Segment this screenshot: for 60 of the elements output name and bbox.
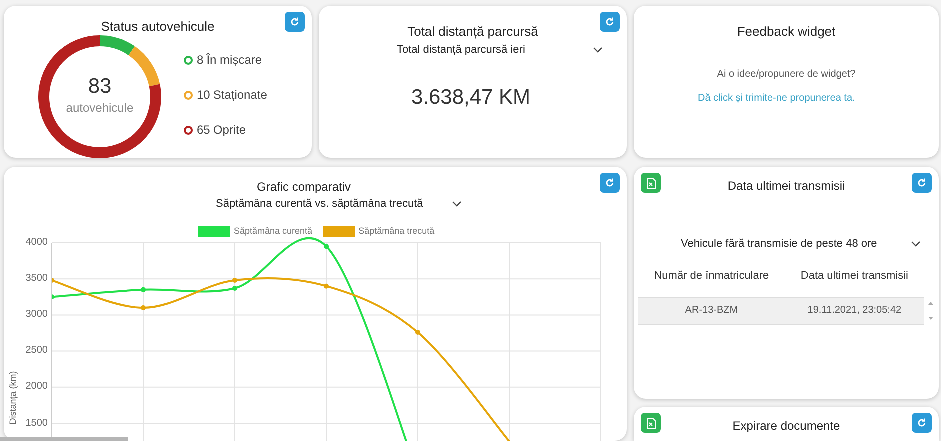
refresh-button[interactable] [912, 173, 932, 193]
y-tick-label: 2000 [24, 382, 48, 392]
scrollbar [927, 300, 935, 322]
data-point [52, 294, 54, 300]
table-cell: AR-13-BZM [638, 297, 786, 324]
y-axis-title: Distanța (km) [8, 371, 18, 425]
refresh-icon [605, 178, 615, 188]
y-tick-label: 3000 [24, 310, 48, 320]
refresh-button[interactable] [600, 12, 620, 32]
y-tick-label: 2500 [24, 346, 48, 356]
data-point [324, 244, 329, 250]
data-point [141, 287, 146, 292]
y-tick-label: 3500 [24, 274, 48, 284]
refresh-button[interactable] [600, 173, 620, 193]
distance-value: 3.638,47 KM [410, 85, 532, 111]
card-title: Data ultimei transmisii [726, 178, 846, 195]
chevron-down-icon [593, 47, 603, 54]
card-title: Total distanță parcursă [406, 23, 540, 41]
column-header: Data ultimei transmisii [785, 255, 924, 297]
period-dropdown[interactable]: Săptămâna curentă vs. săptămâna trecută [216, 196, 462, 212]
export-button[interactable] [641, 173, 661, 193]
card-title: Grafic comparativ [256, 179, 352, 196]
data-point [141, 305, 146, 310]
scrollbar-thumb[interactable] [0, 437, 128, 441]
refresh-button[interactable] [285, 12, 305, 32]
column-header: Număr de înmatriculare [638, 255, 786, 297]
refresh-icon [605, 17, 615, 27]
document-icon [646, 178, 656, 188]
period-dropdown[interactable]: Vehicule fără transmisie de peste 48 ore [681, 236, 921, 252]
status-count: 65 [197, 122, 210, 139]
total-label: autovehicule [66, 100, 134, 117]
data-point [52, 278, 54, 284]
refresh-icon [290, 17, 300, 27]
refresh-icon [917, 178, 927, 188]
y-tick-label: 1500 [24, 418, 48, 428]
card-title: Feedback widget [736, 23, 837, 41]
refresh-button[interactable] [912, 413, 932, 433]
card-title: Status autovehicule [100, 18, 216, 36]
export-button[interactable] [641, 413, 661, 433]
y-tick-label: 4000 [24, 238, 48, 248]
data-point [232, 278, 238, 284]
status-label: Staționate [213, 87, 268, 104]
legend-label: Săptămâna curentă [234, 225, 313, 238]
table-cell: 19.11.2021, 23:05:42 [785, 297, 924, 324]
status-label: În mișcare [206, 52, 262, 69]
document-icon [646, 418, 656, 428]
legend-label: Săptămâna trecută [358, 225, 435, 238]
chevron-down-icon [911, 241, 921, 248]
period-dropdown[interactable]: Total distanță parcursă ieri [397, 42, 603, 58]
status-count: 10 [197, 87, 210, 104]
status-count: 8 [197, 52, 204, 69]
data-point [324, 284, 329, 289]
refresh-icon [917, 418, 927, 428]
data-point [232, 286, 238, 291]
card-title: Expirare documente [732, 418, 842, 435]
feedback-question: Ai o idee/propunere de widget? [716, 68, 857, 82]
status-label: Oprite [213, 122, 246, 139]
total-count: 83 [88, 75, 112, 99]
data-point [416, 330, 420, 336]
chevron-down-icon [452, 201, 462, 208]
